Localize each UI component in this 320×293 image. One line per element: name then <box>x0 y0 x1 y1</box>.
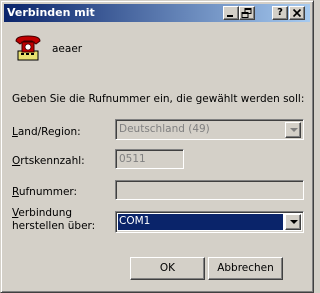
help-button[interactable]: ? <box>272 6 288 20</box>
connect-via-value: COM1 <box>119 215 151 227</box>
phone-icon <box>15 35 41 61</box>
connect-via-dropdown-button[interactable] <box>285 214 301 230</box>
restore-button[interactable] <box>239 6 255 20</box>
area-code-value: 0511 <box>119 153 146 165</box>
instruction-text: Geben Sie die Rufnummer ein, die gewählt… <box>12 93 305 105</box>
dialog-window: Verbinden mit ? aeaer Geben Sie die Rufn… <box>0 0 314 293</box>
close-icon <box>292 8 302 18</box>
help-icon: ? <box>277 7 283 18</box>
country-value: Deutschland (49) <box>119 123 210 135</box>
minimize-button[interactable] <box>223 6 239 20</box>
country-label: Land/Region: <box>12 126 81 138</box>
area-code-label: Ortskennzahl: <box>12 155 85 167</box>
dropdown-arrow-icon <box>290 220 298 224</box>
connect-via-label-line2: herstellen über: <box>12 220 96 232</box>
close-button[interactable] <box>289 6 305 20</box>
country-select[interactable]: Deutschland (49) <box>115 119 304 140</box>
connect-via-select[interactable]: COM1 <box>115 211 304 233</box>
minimize-icon <box>227 15 233 17</box>
connection-name: aeaer <box>52 43 83 55</box>
area-code-input[interactable]: 0511 <box>115 149 184 169</box>
country-dropdown-button[interactable] <box>285 122 301 138</box>
connect-via-label-line1: Verbindung <box>12 207 73 219</box>
dropdown-arrow-icon <box>290 128 298 132</box>
title-bar[interactable]: Verbinden mit ? <box>4 4 310 22</box>
restore-icon <box>241 8 252 18</box>
phone-number-input[interactable] <box>115 180 304 200</box>
cancel-button[interactable]: Abbrechen <box>208 257 283 280</box>
ok-button[interactable]: OK <box>130 257 205 280</box>
window-title: Verbinden mit <box>7 6 95 19</box>
phone-number-label: Rufnummer: <box>12 186 78 198</box>
